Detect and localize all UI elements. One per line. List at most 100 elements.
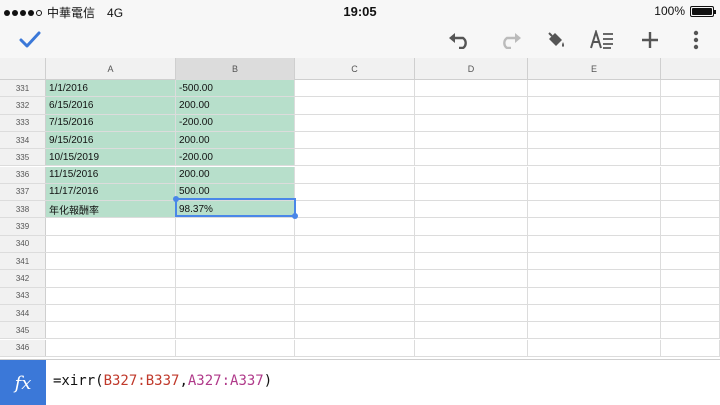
cell-a[interactable] — [46, 287, 176, 304]
cell-a[interactable] — [46, 235, 176, 252]
undo-icon[interactable] — [446, 28, 474, 52]
cell-f[interactable] — [661, 218, 720, 235]
cell-e[interactable] — [528, 131, 661, 149]
cell-b[interactable] — [176, 218, 295, 235]
row-header[interactable]: 337 — [0, 183, 46, 201]
column-header-b[interactable]: B — [176, 58, 295, 80]
cell-a[interactable] — [46, 304, 176, 322]
cell-c[interactable] — [295, 304, 415, 322]
cell-c[interactable] — [295, 218, 415, 235]
cell-d[interactable] — [415, 270, 528, 287]
cell-e[interactable] — [528, 304, 661, 322]
cell-e[interactable] — [528, 218, 661, 235]
cell-b[interactable] — [176, 253, 295, 270]
column-header-e[interactable]: E — [528, 58, 661, 80]
text-format-icon[interactable] — [588, 28, 616, 52]
cell-b[interactable]: 500.00 — [176, 183, 295, 201]
cell-a[interactable]: 年化報酬率 — [46, 201, 176, 218]
cell-d[interactable] — [415, 235, 528, 252]
cell-e[interactable] — [528, 253, 661, 270]
spreadsheet-grid[interactable]: A B C D E 331 1/1/2016 -500.00 332 6/15/2016… — [0, 58, 720, 359]
row-header[interactable]: 344 — [0, 304, 46, 322]
cell-f[interactable] — [661, 97, 720, 114]
cell-b[interactable] — [176, 235, 295, 252]
cell-a[interactable]: 1/1/2016 — [46, 80, 176, 97]
cell-a[interactable] — [46, 322, 176, 339]
cell-f[interactable] — [661, 131, 720, 149]
cell-f[interactable] — [661, 339, 720, 356]
cell-c[interactable] — [295, 270, 415, 287]
cell-f[interactable] — [661, 80, 720, 97]
cell-b[interactable] — [176, 304, 295, 322]
row-header[interactable]: 333 — [0, 114, 46, 131]
cell-d[interactable] — [415, 287, 528, 304]
cell-b[interactable]: -200.00 — [176, 149, 295, 166]
cell-a[interactable]: 11/17/2016 — [46, 183, 176, 201]
cell-a[interactable]: 11/15/2016 — [46, 166, 176, 183]
cell-a[interactable]: 7/15/2016 — [46, 114, 176, 131]
redo-icon[interactable] — [496, 28, 524, 52]
cell-e[interactable] — [528, 114, 661, 131]
formula-bar[interactable]: fx =xirr(B327:B337,A327:A337) — [0, 359, 720, 405]
cell-c[interactable] — [295, 235, 415, 252]
cell-a[interactable]: 6/15/2016 — [46, 97, 176, 114]
cell-c[interactable] — [295, 149, 415, 166]
cell-b[interactable]: -200.00 — [176, 114, 295, 131]
cell-a[interactable] — [46, 218, 176, 235]
cell-d[interactable] — [415, 218, 528, 235]
cell-d[interactable] — [415, 114, 528, 131]
cell-b[interactable] — [176, 287, 295, 304]
cell-b[interactable]: -500.00 — [176, 80, 295, 97]
cell-c[interactable] — [295, 166, 415, 183]
cell-c[interactable] — [295, 253, 415, 270]
cell-d[interactable] — [415, 149, 528, 166]
cell-b[interactable] — [176, 322, 295, 339]
row-header[interactable]: 341 — [0, 253, 46, 270]
cell-e[interactable] — [528, 287, 661, 304]
cell-c[interactable] — [295, 183, 415, 201]
cell-c[interactable] — [295, 97, 415, 114]
cell-f[interactable] — [661, 270, 720, 287]
cell-f[interactable] — [661, 322, 720, 339]
plus-icon[interactable] — [636, 28, 664, 52]
cell-e[interactable] — [528, 339, 661, 356]
cell-c[interactable] — [295, 131, 415, 149]
cell-f[interactable] — [661, 149, 720, 166]
cell-c[interactable] — [295, 322, 415, 339]
cell-f[interactable] — [661, 253, 720, 270]
cell-f[interactable] — [661, 114, 720, 131]
cell-e[interactable] — [528, 201, 661, 218]
cell-b[interactable] — [176, 339, 295, 356]
row-header[interactable]: 346 — [0, 339, 46, 356]
cell-c[interactable] — [295, 80, 415, 97]
cell-e[interactable] — [528, 235, 661, 252]
cell-e[interactable] — [528, 80, 661, 97]
row-header[interactable]: 335 — [0, 149, 46, 166]
cell-d[interactable] — [415, 322, 528, 339]
cell-a[interactable] — [46, 270, 176, 287]
cell-f[interactable] — [661, 183, 720, 201]
cell-a[interactable] — [46, 253, 176, 270]
cell-f[interactable] — [661, 235, 720, 252]
cell-c[interactable] — [295, 114, 415, 131]
cell-f[interactable] — [661, 304, 720, 322]
cell-b[interactable]: 200.00 — [176, 97, 295, 114]
row-header[interactable]: 340 — [0, 235, 46, 252]
cell-d[interactable] — [415, 253, 528, 270]
cell-e[interactable] — [528, 166, 661, 183]
cell-e[interactable] — [528, 149, 661, 166]
cell-b[interactable]: 200.00 — [176, 131, 295, 149]
cell-b[interactable]: 98.37% — [176, 201, 295, 218]
cell-f[interactable] — [661, 201, 720, 218]
row-header[interactable]: 343 — [0, 287, 46, 304]
cell-c[interactable] — [295, 201, 415, 218]
cell-b[interactable] — [176, 270, 295, 287]
fx-button[interactable]: fx — [0, 360, 46, 405]
cell-e[interactable] — [528, 270, 661, 287]
cell-d[interactable] — [415, 304, 528, 322]
cell-a[interactable]: 10/15/2019 — [46, 149, 176, 166]
cell-b[interactable]: 200.00 — [176, 166, 295, 183]
cell-d[interactable] — [415, 183, 528, 201]
more-vert-icon[interactable] — [682, 28, 710, 52]
select-all-corner[interactable] — [0, 58, 46, 80]
